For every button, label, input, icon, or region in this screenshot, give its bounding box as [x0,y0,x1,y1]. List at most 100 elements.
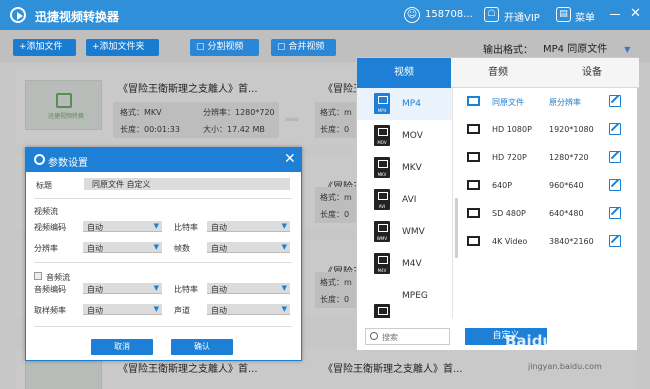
parameter-dialog: 参数设置 ✕ 标题 同原文件 自定义 视频流 视频编码 自动 ▼ 比特率 自动 ▼ … [25,147,302,361]
tab-video[interactable]: 视频 [357,58,451,88]
video-icon [467,152,480,162]
format-item-mov[interactable]: MOV MOV [357,120,452,152]
resolution-name: 640P [492,181,513,190]
fps-select[interactable]: 自动 ▼ [207,242,290,253]
title-value: 同原文件 自定义 [92,180,151,189]
resolution-value: 自动 [87,244,103,253]
dialog-close-button[interactable]: ✕ [284,151,296,167]
video-section-label: 视频流 [34,207,58,216]
file-name: 《冒险王衛斯理之支離人》首... [118,364,258,375]
chevron-down-icon: ▼ [624,45,631,54]
split-video-button[interactable]: ▢ 分割视频 [190,39,259,56]
app-window: 迅捷视频转换器 ☺ 158708... ☖ 开通VIP ▤ 菜单 ✕ +添加文件… [0,0,650,389]
resolution-item-480p[interactable]: SD 480P 640*480 [462,200,637,228]
title-field[interactable]: 同原文件 自定义 [84,178,290,190]
menu-icon[interactable]: ▤ [556,7,571,22]
resolution-name: 4K Video [492,237,528,246]
add-folder-button[interactable]: +添加文件夹 [86,39,159,56]
resolution-item-1080p[interactable]: HD 1080P 1920*1080 [462,116,637,144]
format-item-mp4[interactable]: MP4 MP4 [357,88,452,120]
audio-codec-value: 自动 [87,285,103,294]
output-duration: 长度：0 [320,295,350,304]
audio-bitrate-select[interactable]: 自动 ▼ [207,283,290,294]
format-item-mpeg[interactable]: MPEG [357,280,452,318]
fps-label: 帧数 [174,244,190,253]
format-panel: 视频 音频 设备 MP4 MP4 MOV MOV MKV MKV AVI AVI WMV… [356,57,639,351]
thumbnail-text: 迅捷视频转换 [48,113,85,120]
format-label: MP4 [402,99,421,109]
output-format-select[interactable]: MP4 同原文件 ▼ [543,40,630,55]
resolution-value: 1280*720 [549,153,589,162]
cancel-button[interactable]: 取消 [91,339,153,355]
resolution-value: 960*640 [549,181,584,190]
dialog-title: 参数设置 [48,158,88,169]
file-duration: 长度：00:01:33 [120,125,180,134]
format-search-input[interactable]: 搜索 [365,328,450,345]
resolution-item-4k[interactable]: 4K Video 3840*2160 [462,228,637,256]
bitrate-value: 自动 [211,223,227,232]
mpeg-file-icon [374,304,390,318]
file-format: 格式：MKV [120,108,162,117]
confirm-button[interactable]: 确认 [171,339,233,355]
video-thumbnail [25,360,102,389]
chevron-down-icon: ▼ [281,305,287,313]
format-label: MPEG [402,291,428,301]
edit-icon[interactable] [609,179,621,191]
bitrate-label: 比特率 [174,223,198,232]
edit-icon[interactable] [609,95,621,107]
format-item-mkv[interactable]: MKV MKV [357,152,452,184]
gear-icon [34,154,45,165]
search-placeholder: 搜索 [382,333,398,342]
vip-icon[interactable]: ☖ [484,7,499,22]
video-icon [467,96,480,106]
chevron-down-icon: ▼ [281,222,287,230]
chevron-down-icon: ▼ [153,243,159,251]
edit-icon[interactable] [609,151,621,163]
resolution-value: 1920*1080 [549,125,594,134]
edit-icon[interactable] [609,235,621,247]
format-item-m4v[interactable]: M4V M4V [357,248,452,280]
bitrate-select[interactable]: 自动 ▼ [207,221,290,232]
title-bar: 迅捷视频转换器 ☺ 158708... ☖ 开通VIP ▤ 菜单 ✕ [0,0,650,30]
samplerate-value: 自动 [87,306,103,315]
add-file-button[interactable]: +添加文件 [13,39,76,56]
format-scrollbar[interactable] [455,198,458,258]
channel-select[interactable]: 自动 ▼ [207,304,290,315]
channel-value: 自动 [211,306,227,315]
menu-button[interactable]: 菜单 [575,9,595,24]
video-codec-select[interactable]: 自动 ▼ [83,221,162,232]
audio-codec-select[interactable]: 自动 ▼ [83,283,162,294]
video-icon [467,124,480,134]
vip-button[interactable]: 开通VIP [504,9,540,24]
audio-stream-checkbox[interactable] [34,272,42,280]
samplerate-label: 取样频率 [34,306,66,315]
merge-video-button[interactable]: ▢ 合并视频 [271,39,336,56]
resolution-label: 分辨率 [34,244,58,253]
format-item-avi[interactable]: AVI AVI [357,184,452,216]
close-button[interactable]: ✕ [630,6,641,22]
tab-device[interactable]: 设备 [545,58,639,88]
resolution-item-640p[interactable]: 640P 960*640 [462,172,637,200]
output-duration: 长度：0 [320,210,350,219]
minimize-button[interactable] [610,14,620,15]
watermark-url: jingyan.baidu.com [528,362,602,371]
edit-icon[interactable] [609,123,621,135]
user-icon[interactable]: ☺ [404,7,420,23]
tab-audio[interactable]: 音频 [451,58,545,88]
format-label: WMV [402,227,425,237]
edit-icon[interactable] [609,207,621,219]
file-name: 《冒险王衛斯理之支離人》首... [118,84,258,95]
file-size: 大小：17.42 MB [203,125,265,134]
resolution-select[interactable]: 自动 ▼ [83,242,162,253]
format-item-wmv[interactable]: WMV WMV [357,216,452,248]
resolution-item-720p[interactable]: HD 720P 1280*720 [462,144,637,172]
mp4-file-icon: MP4 [374,93,390,114]
resolution-item-original[interactable]: 同原文件 原分辨率 [462,88,637,116]
resolution-value: 3840*2160 [549,237,594,246]
dialog-header: 参数设置 ✕ [26,148,301,172]
username[interactable]: 158708... [425,9,473,20]
samplerate-select[interactable]: 自动 ▼ [83,304,162,315]
watermark-logo: Baidu经验 [505,332,584,350]
chevron-down-icon: ▼ [281,284,287,292]
resolution-name: HD 1080P [492,125,532,134]
